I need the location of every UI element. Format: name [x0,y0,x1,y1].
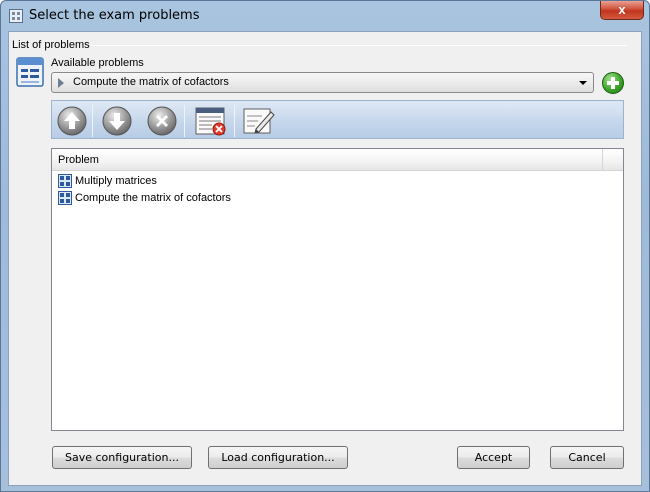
item-bullet-icon [58,78,64,88]
edit-problem-button[interactable] [242,106,276,136]
edit-icon [243,108,275,134]
chevron-down-icon[interactable] [579,81,587,85]
delete-problem-button[interactable] [147,106,177,136]
add-problem-button[interactable] [602,72,624,94]
toolbar [51,100,624,139]
dialog-client-area: List of problems Available problems Comp… [8,31,642,486]
accept-button[interactable]: Accept [457,446,530,469]
load-configuration-button[interactable]: Load configuration... [208,446,348,469]
toolbar-separator [92,105,93,137]
list-document-icon [16,57,44,87]
group-divider [91,45,627,46]
cancel-button[interactable]: Cancel [550,446,624,469]
remove-list-icon [195,107,226,136]
column-divider[interactable] [602,149,603,171]
matrix-icon [58,174,72,188]
window-title: Select the exam problems [29,8,200,23]
move-down-button[interactable] [102,106,132,136]
clear-list-button[interactable] [194,106,228,136]
move-up-button[interactable] [57,106,87,136]
toolbar-separator [184,105,185,137]
save-configuration-button[interactable]: Save configuration... [52,446,192,469]
row-label: Multiply matrices [75,175,157,187]
table-header[interactable]: Problem [52,149,623,171]
close-button[interactable]: x [600,1,644,20]
delete-circle-icon [147,106,177,136]
dropdown-selected-value: Compute the matrix of cofactors [73,76,229,88]
available-problems-label: Available problems [51,57,144,69]
toolbar-separator [234,105,235,137]
problems-table[interactable]: Problem Multiply matrices Compute the ma… [51,148,624,431]
up-arrow-icon [57,106,87,136]
matrix-icon [58,191,72,205]
title-bar[interactable]: Select the exam problems x [1,1,649,31]
dialog-window: Select the exam problems x List of probl… [0,0,650,492]
down-arrow-icon [102,106,132,136]
group-label: List of problems [12,39,90,51]
row-label: Compute the matrix of cofactors [75,192,231,204]
available-problems-dropdown[interactable]: Compute the matrix of cofactors [51,72,594,93]
column-header-problem[interactable]: Problem [58,154,99,166]
app-icon [9,9,23,23]
